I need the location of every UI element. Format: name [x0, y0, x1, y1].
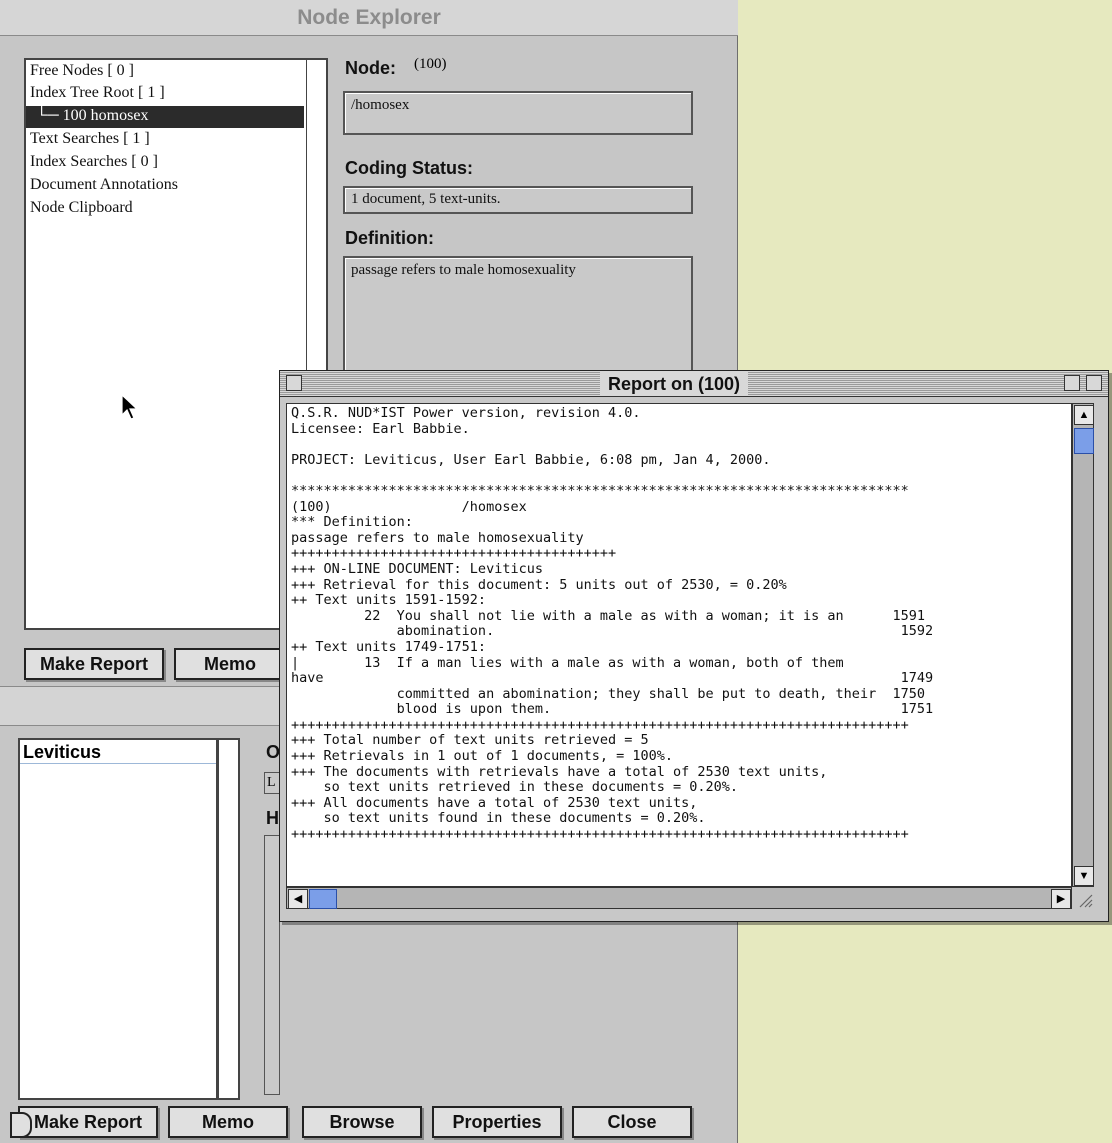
resize-grip-icon[interactable] [1074, 889, 1094, 909]
definition-field[interactable]: passage refers to male homosexuality [343, 256, 693, 376]
document-list-scrollbar[interactable] [218, 738, 240, 1100]
coding-status-label: Coding Status: [345, 158, 473, 178]
tree-item-index-searches[interactable]: Index Searches [ 0 ] [30, 153, 158, 171]
tree-item-free-nodes[interactable]: Free Nodes [ 0 ] [30, 62, 134, 80]
doc-browse-button[interactable]: Browse [302, 1106, 422, 1138]
memo-button[interactable]: Memo [174, 648, 284, 680]
tree-item-index-tree-root[interactable]: Index Tree Root [ 1 ] [30, 84, 165, 102]
report-vertical-scrollbar[interactable]: ▲ ▼ [1072, 403, 1094, 887]
doc-label-h: H [266, 808, 279, 828]
document-list[interactable]: Leviticus [18, 738, 218, 1100]
document-item-leviticus[interactable]: Leviticus [20, 740, 216, 764]
report-text: Q.S.R. NUD*IST Power version, revision 4… [291, 405, 934, 843]
make-report-button[interactable]: Make Report [24, 648, 164, 680]
coding-status-field[interactable]: 1 document, 5 text-units. [343, 186, 693, 214]
report-text-area[interactable]: Q.S.R. NUD*IST Power version, revision 4… [286, 403, 1072, 887]
tab-handle-icon[interactable] [10, 1112, 32, 1138]
node-path-field[interactable]: /homosex [343, 91, 693, 135]
tree-item-homosex[interactable]: └─ 100 homosex [36, 107, 148, 125]
zoom-box-icon[interactable] [1064, 375, 1080, 391]
report-horizontal-scrollbar[interactable]: ◀ ▶ [286, 887, 1072, 909]
scroll-up-arrow-icon[interactable]: ▲ [1074, 405, 1094, 425]
node-label: Node: [345, 58, 396, 78]
scroll-down-arrow-icon[interactable]: ▼ [1074, 866, 1094, 886]
doc-field-l[interactable]: L [264, 772, 280, 794]
tree-item-document-annotations[interactable]: Document Annotations [30, 176, 178, 194]
vertical-scroll-thumb[interactable] [1074, 428, 1094, 454]
report-titlebar[interactable]: Report on (100) [280, 371, 1108, 397]
report-title: Report on (100) [600, 372, 749, 396]
node-explorer-titlebar[interactable]: Node Explorer [0, 0, 738, 36]
doc-history-field[interactable] [264, 835, 280, 1095]
tree-item-node-clipboard[interactable]: Node Clipboard [30, 199, 133, 217]
doc-label-o: O [266, 742, 281, 762]
close-box-icon[interactable] [286, 375, 302, 391]
doc-memo-button[interactable]: Memo [168, 1106, 288, 1138]
definition-label: Definition: [345, 228, 434, 248]
doc-make-report-button[interactable]: Make Report [18, 1106, 158, 1138]
collapse-box-icon[interactable] [1086, 375, 1102, 391]
node-tree-list[interactable]: Free Nodes [ 0 ] Index Tree Root [ 1 ] └… [24, 58, 306, 630]
doc-properties-button[interactable]: Properties [432, 1106, 562, 1138]
doc-close-button[interactable]: Close [572, 1106, 692, 1138]
scroll-left-arrow-icon[interactable]: ◀ [288, 889, 308, 909]
tree-item-text-searches[interactable]: Text Searches [ 1 ] [30, 130, 150, 148]
horizontal-scroll-thumb[interactable] [309, 889, 337, 909]
mouse-pointer-icon [121, 394, 139, 420]
scroll-right-arrow-icon[interactable]: ▶ [1051, 889, 1071, 909]
report-window: Report on (100) Q.S.R. NUD*IST Power ver… [279, 370, 1109, 922]
node-number: (100) [414, 56, 447, 72]
